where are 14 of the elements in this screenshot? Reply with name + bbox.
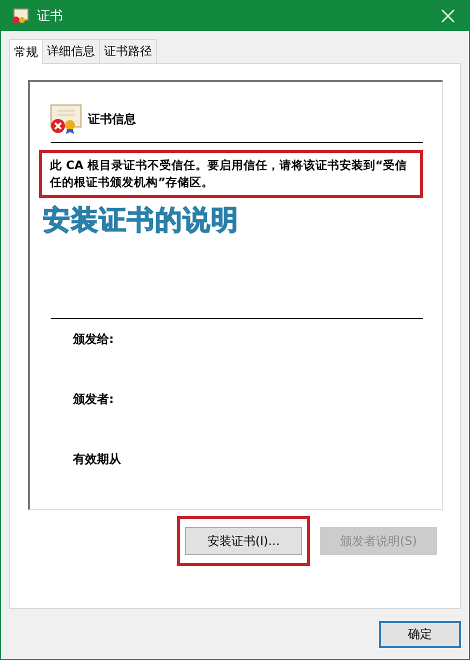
field-label: 颁发者: — [73, 391, 115, 408]
field-label: 颁发给: — [73, 331, 115, 348]
tab[interactable]: 证书路径 — [99, 39, 157, 63]
tab[interactable]: 常规 — [9, 39, 43, 64]
window-title: 证书 — [37, 8, 64, 24]
field-label: 有效期从 — [73, 451, 122, 468]
annotation-caption: 安装证书的说明 — [43, 204, 240, 238]
close-icon[interactable] — [441, 8, 455, 22]
dialog-button[interactable]: 安装证书(I)... — [185, 527, 302, 555]
certificate-error-icon — [49, 104, 83, 134]
certificate-icon — [11, 8, 29, 24]
ok-button[interactable]: 确定 — [379, 621, 461, 648]
trust-message: 此 CA 根目录证书不受信任。要启用信任，请将该证书安装到“受信任的根证书颁发机构”存储区。 — [39, 150, 423, 198]
section-heading: 证书信息 — [88, 110, 136, 128]
